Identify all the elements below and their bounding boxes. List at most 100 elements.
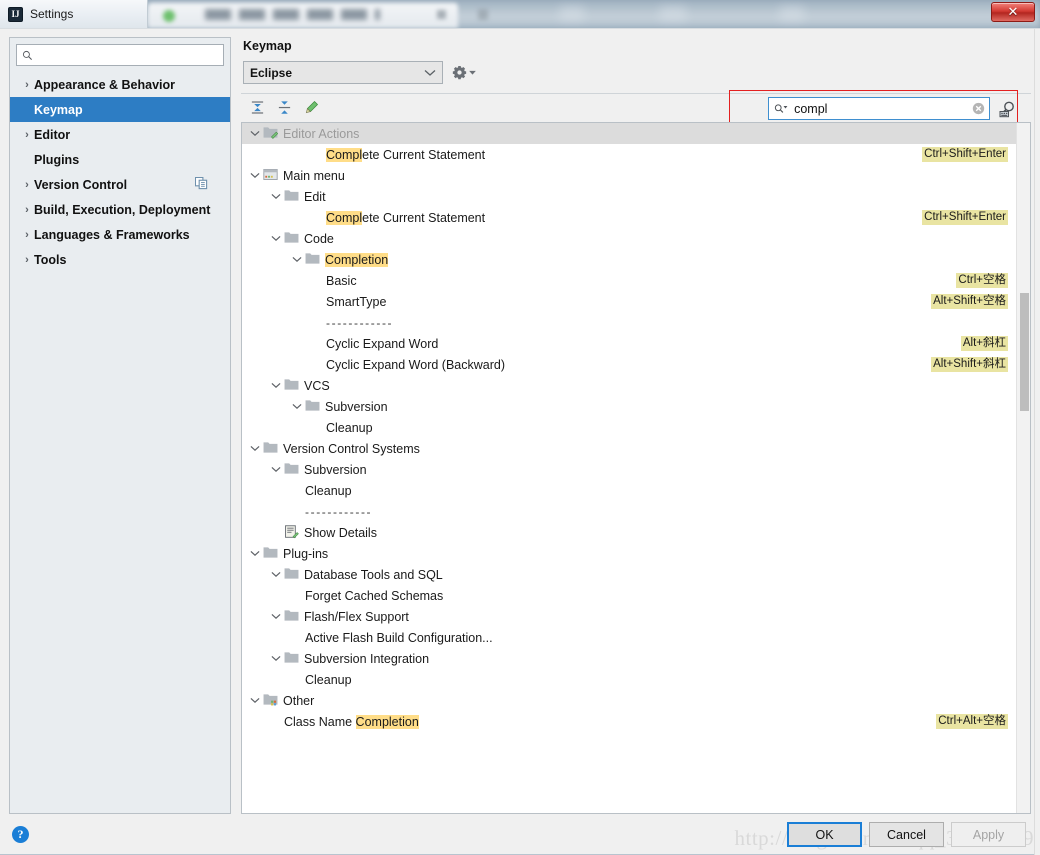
sidebar-item-plugins[interactable]: Plugins: [10, 147, 230, 172]
close-icon[interactable]: ✕: [991, 2, 1035, 22]
search-match-highlight: Compl: [326, 147, 363, 162]
editor-actions-icon: [263, 126, 279, 141]
sidebar-item-keymap[interactable]: Keymap: [10, 97, 230, 122]
folder-icon: [305, 399, 320, 414]
tree-row[interactable]: SmartType Alt+Shift+空格: [242, 291, 1016, 312]
chevron-down-icon[interactable]: [248, 694, 261, 707]
keymap-search-input[interactable]: [792, 100, 968, 117]
chevron-down-icon[interactable]: [248, 169, 261, 182]
folder-icon: [284, 189, 299, 204]
chevron-down-icon[interactable]: [269, 232, 282, 245]
tree-row[interactable]: Completion: [242, 249, 1016, 270]
tree-row-label: Class Name Completion: [284, 714, 419, 729]
chevron-down-icon[interactable]: [269, 190, 282, 203]
tree-row[interactable]: Cyclic Expand Word Alt+斜杠: [242, 333, 1016, 354]
collapse-all-icon: [278, 101, 290, 114]
tree-row[interactable]: Database Tools and SQL: [242, 564, 1016, 585]
tree-row[interactable]: Edit: [242, 186, 1016, 207]
tree-row-label: Show Details: [304, 525, 377, 540]
settings-search-box[interactable]: [16, 44, 224, 66]
tree-row[interactable]: ------------: [242, 312, 1016, 333]
find-by-shortcut-icon: [999, 101, 1014, 117]
tree-row[interactable]: Subversion: [242, 396, 1016, 417]
tree-row[interactable]: Other: [242, 690, 1016, 711]
tree-row-label: Cyclic Expand Word: [326, 336, 439, 351]
tree-row[interactable]: Flash/Flex Support: [242, 606, 1016, 627]
chevron-down-icon[interactable]: [269, 610, 282, 623]
sidebar-item-build-execution-deployment[interactable]: › Build, Execution, Deployment: [10, 197, 230, 222]
tree-group-header[interactable]: Editor Actions: [242, 123, 1016, 144]
edit-shortcut-button[interactable]: [303, 100, 319, 116]
chevron-down-icon[interactable]: [269, 463, 282, 476]
folder-icon: [263, 546, 278, 561]
tree-row[interactable]: Forget Cached Schemas: [242, 585, 1016, 606]
tree-row[interactable]: Complete Current Statement Ctrl+Shift+Ent…: [242, 144, 1016, 165]
ok-button[interactable]: OK: [787, 822, 862, 847]
tree-row[interactable]: Cleanup: [242, 480, 1016, 501]
tree-row[interactable]: ------------: [242, 501, 1016, 522]
dialog-button-group: OK Cancel Apply: [787, 822, 1026, 847]
apply-button[interactable]: Apply: [951, 822, 1026, 847]
expand-all-icon: [251, 101, 263, 114]
find-by-shortcut-button[interactable]: [996, 98, 1018, 119]
sidebar-item-editor[interactable]: › Editor: [10, 122, 230, 147]
tree-row[interactable]: Show Details: [242, 522, 1016, 543]
window-title: Settings: [30, 7, 74, 21]
tree-row[interactable]: Basic Ctrl+空格: [242, 270, 1016, 291]
cancel-button[interactable]: Cancel: [869, 822, 944, 847]
window-titlebar[interactable]: IJ Settings ✕: [0, 0, 1040, 28]
tree-row-label: Cleanup: [305, 672, 352, 687]
keymap-dropdown[interactable]: Eclipse: [243, 61, 443, 84]
chevron-down-icon[interactable]: [248, 442, 261, 455]
tree-row[interactable]: Cyclic Expand Word (Backward) Alt+Shift+斜…: [242, 354, 1016, 375]
sidebar-item-appearance-behavior[interactable]: › Appearance & Behavior: [10, 72, 230, 97]
chevron-down-icon: [424, 69, 436, 76]
keymap-tree[interactable]: Editor Actions Complete Current Statement…: [242, 123, 1016, 813]
keymap-settings-button[interactable]: [452, 65, 476, 80]
tree-row[interactable]: Code: [242, 228, 1016, 249]
chevron-down-icon[interactable]: [269, 568, 282, 581]
clear-circle-icon[interactable]: [972, 102, 985, 115]
collapse-all-button[interactable]: [276, 100, 292, 116]
tree-row-label: Complete Current Statement: [326, 210, 486, 225]
folder-icon: [263, 441, 278, 456]
tree-scrollbar-thumb[interactable]: [1020, 293, 1029, 411]
tree-row[interactable]: VCS: [242, 375, 1016, 396]
chevron-down-icon[interactable]: [290, 400, 303, 413]
sidebar-item-languages-frameworks[interactable]: › Languages & Frameworks: [10, 222, 230, 247]
search-dropdown-icon: [774, 104, 788, 113]
tree-row-label: Basic: [326, 273, 357, 288]
tree-row[interactable]: Subversion Integration: [242, 648, 1016, 669]
tree-row[interactable]: Subversion: [242, 459, 1016, 480]
tree-row-label: Other: [283, 693, 315, 708]
chevron-down-icon[interactable]: [290, 253, 303, 266]
tree-scrollbar[interactable]: [1016, 123, 1030, 813]
tree-row-label: Edit: [304, 189, 326, 204]
tree-row[interactable]: Active Flash Build Configuration...: [242, 627, 1016, 648]
chevron-down-icon[interactable]: [269, 379, 282, 392]
sidebar-item-version-control[interactable]: › Version Control: [10, 172, 230, 197]
sidebar-item-tools[interactable]: › Tools: [10, 247, 230, 272]
tree-row[interactable]: Version Control Systems: [242, 438, 1016, 459]
chevron-down-icon[interactable]: [248, 127, 261, 140]
keymap-search-box[interactable]: [768, 97, 990, 120]
settings-search-input[interactable]: [38, 47, 218, 63]
shortcut-badge: Alt+Shift+斜杠: [931, 357, 1008, 372]
chevron-down-icon[interactable]: [269, 652, 282, 665]
tree-row[interactable]: Cleanup: [242, 417, 1016, 438]
tree-row[interactable]: Cleanup: [242, 669, 1016, 690]
chevron-down-icon[interactable]: [248, 547, 261, 560]
shortcut-badge: Alt+Shift+空格: [931, 294, 1008, 309]
expand-all-button[interactable]: [249, 100, 265, 116]
sidebar-item-label: Plugins: [34, 152, 80, 167]
tree-row[interactable]: Class Name Completion Ctrl+Alt+空格: [242, 711, 1016, 732]
help-icon[interactable]: ?: [12, 825, 29, 843]
tree-row[interactable]: Plug-ins: [242, 543, 1016, 564]
tree-row[interactable]: Main menu: [242, 165, 1016, 186]
dialog-body: › Appearance & Behavior Keymap › Editor …: [0, 29, 1040, 814]
tree-row[interactable]: Complete Current Statement Ctrl+Shift+Ent…: [242, 207, 1016, 228]
